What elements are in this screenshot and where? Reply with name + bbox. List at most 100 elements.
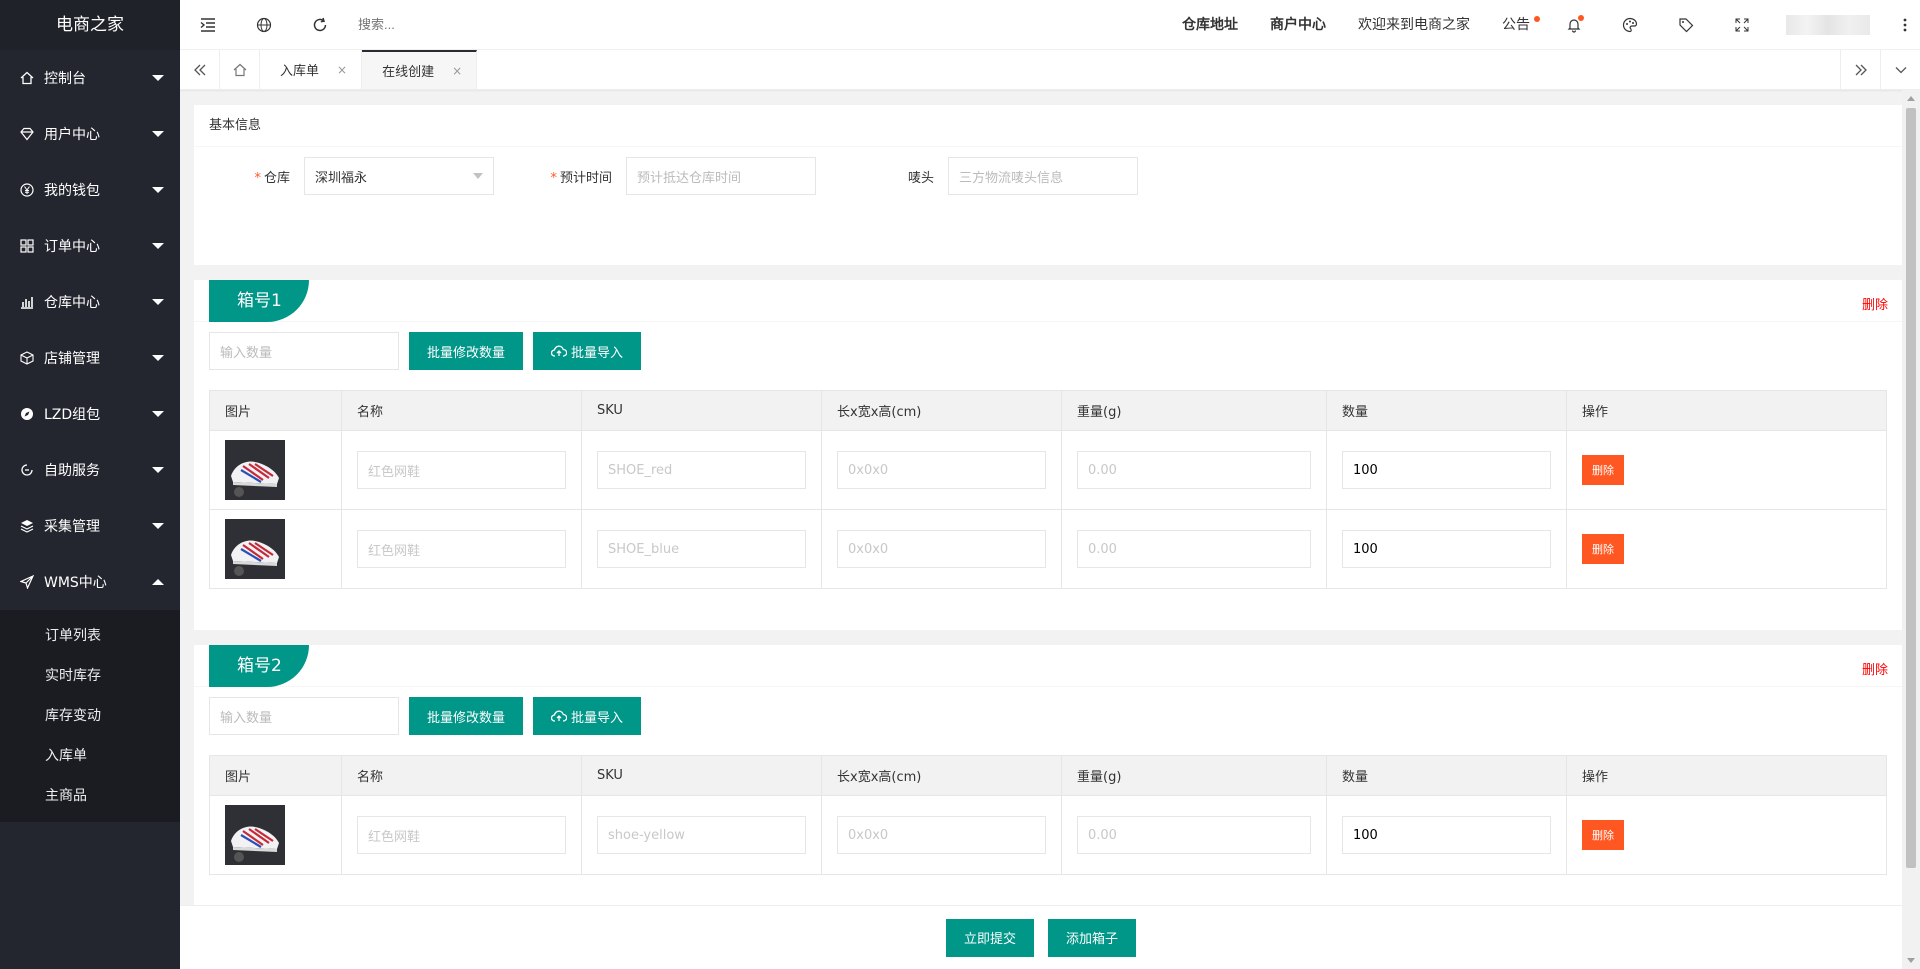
globe-icon[interactable]	[236, 0, 292, 50]
fullscreen-button[interactable]	[1714, 0, 1770, 50]
close-icon[interactable]: ×	[337, 63, 347, 77]
table-row: 红色网鞋 SHOE_blue 0x0x0 0.00 100 删除	[209, 509, 1887, 589]
close-icon[interactable]: ×	[452, 64, 462, 78]
column-header: 重量(g)	[1061, 390, 1327, 431]
table-row: 红色网鞋 shoe-yellow 0x0x0 0.00 100 删除	[209, 795, 1887, 875]
tab-online-create[interactable]: 在线创建 ×	[362, 50, 478, 89]
sku-input[interactable]: SHOE_blue	[597, 530, 806, 568]
quantity-input[interactable]: 100	[1342, 816, 1551, 854]
column-header: 操作	[1566, 755, 1887, 796]
batch-import-button[interactable]: 批量导入	[533, 697, 642, 735]
double-chevron-left-icon	[193, 64, 205, 75]
add-box-button[interactable]: 添加箱子	[1048, 918, 1137, 957]
box-items-table: 图片 名称 SKU 长x宽x高(cm) 重量(g) 数量 操作 红色网鞋 SHO…	[209, 390, 1887, 589]
more-menu-button[interactable]	[1890, 0, 1920, 50]
sidebar-item-self-service[interactable]: 自助服务	[0, 442, 180, 498]
sidebar-item-user-center[interactable]: 用户中心	[0, 106, 180, 162]
sidebar-item-label: WMS中心	[44, 575, 107, 591]
tab-label: 入库单	[280, 64, 320, 79]
sidebar-item-lzd-package[interactable]: LZD组包	[0, 386, 180, 442]
fullscreen-icon	[1735, 18, 1749, 31]
tab-inbound[interactable]: 入库单 ×	[260, 50, 363, 89]
weight-input[interactable]: 0.00	[1077, 451, 1311, 489]
basic-info-form: * 仓库 深圳福永 * 预计时间 预计抵达仓库时间 唛头 三方物流唛头信息	[194, 157, 1902, 195]
sku-input[interactable]: SHOE_red	[597, 451, 806, 489]
subnav-item-order-list[interactable]: 订单列表	[0, 616, 180, 656]
tabs-menu-button[interactable]	[1880, 50, 1920, 89]
refresh-icon[interactable]	[292, 0, 348, 50]
quantity-input[interactable]: 100	[1342, 530, 1551, 568]
home-tab[interactable]	[220, 50, 260, 89]
subnav-item-inbound[interactable]: 入库单	[0, 736, 180, 776]
menu-fold-icon[interactable]	[180, 0, 236, 50]
search-input[interactable]	[358, 9, 558, 40]
tabs-scroll-left-button[interactable]	[180, 50, 220, 89]
tag-button[interactable]	[1658, 0, 1714, 50]
sku-input[interactable]: shoe-yellow	[597, 816, 806, 854]
warehouse-address-link[interactable]: 仓库地址	[1166, 0, 1254, 50]
image-cell	[209, 430, 342, 510]
product-name-input[interactable]: 红色网鞋	[357, 451, 566, 489]
submit-button[interactable]: 立即提交	[945, 918, 1034, 957]
product-name-input[interactable]: 红色网鞋	[357, 530, 566, 568]
yen-icon	[20, 183, 34, 197]
theme-button[interactable]	[1602, 0, 1658, 50]
dimension-input[interactable]: 0x0x0	[837, 530, 1046, 568]
batch-import-button[interactable]: 批量导入	[533, 332, 642, 370]
tabs-scroll-right-button[interactable]	[1840, 50, 1880, 89]
column-header: 长x宽x高(cm)	[821, 390, 1062, 431]
warehouse-select-value: 深圳福永	[315, 170, 368, 186]
notification-button[interactable]	[1546, 0, 1602, 50]
batch-edit-quantity-button[interactable]: 批量修改数量	[409, 332, 524, 370]
subnav-item-main-product[interactable]: 主商品	[0, 776, 180, 816]
product-name-input[interactable]: 红色网鞋	[357, 816, 566, 854]
double-chevron-right-icon	[1855, 64, 1867, 75]
subnav-item-realtime-stock[interactable]: 实时库存	[0, 656, 180, 696]
chevron-down-icon	[152, 467, 164, 473]
batch-edit-quantity-button[interactable]: 批量修改数量	[409, 697, 524, 735]
sidebar-item-wallet[interactable]: 我的钱包	[0, 162, 180, 218]
merchant-center-link[interactable]: 商户中心	[1254, 0, 1342, 50]
sidebar-item-label: 仓库中心	[44, 295, 100, 311]
user-avatar[interactable]	[1786, 14, 1870, 35]
scroll-down-arrow-icon[interactable]	[1907, 958, 1915, 963]
warehouse-select[interactable]: 深圳福永	[304, 157, 494, 195]
page-scrollbar[interactable]	[1902, 90, 1920, 969]
scroll-up-arrow-icon[interactable]	[1907, 96, 1915, 101]
delete-row-button[interactable]: 删除	[1582, 455, 1624, 485]
box-card-2: 箱号2 删除 输入数量 批量修改数量 批量导入 图片 名称 SKU 长x宽x高(…	[194, 645, 1902, 915]
app-logo[interactable]: 电商之家	[0, 0, 180, 50]
product-image[interactable]	[225, 519, 285, 579]
dimension-input[interactable]: 0x0x0	[837, 451, 1046, 489]
chart-icon	[20, 295, 34, 309]
weight-input[interactable]: 0.00	[1077, 530, 1311, 568]
delete-row-button[interactable]: 删除	[1582, 534, 1624, 564]
batch-quantity-input[interactable]: 输入数量	[209, 697, 399, 735]
sidebar-item-collection[interactable]: 采集管理	[0, 498, 180, 554]
sku-cell: SHOE_blue	[581, 509, 822, 589]
cube-icon	[20, 351, 34, 365]
subnav-item-stock-change[interactable]: 库存变动	[0, 696, 180, 736]
sidebar-item-dashboard[interactable]: 控制台	[0, 50, 180, 106]
sidebar-item-order-center[interactable]: 订单中心	[0, 218, 180, 274]
product-image[interactable]	[225, 805, 285, 865]
delete-box-link[interactable]: 删除	[1862, 294, 1888, 313]
page-tabs: 入库单 × 在线创建 ×	[180, 50, 1920, 90]
sidebar-item-warehouse-center[interactable]: 仓库中心	[0, 274, 180, 330]
delete-row-button[interactable]: 删除	[1582, 820, 1624, 850]
scrollbar-thumb[interactable]	[1906, 108, 1916, 868]
header-right: 仓库地址 商户中心 欢迎来到电商之家 公告	[1166, 0, 1920, 50]
shipping-mark-input[interactable]: 三方物流唛头信息	[948, 157, 1138, 195]
dimension-input[interactable]: 0x0x0	[837, 816, 1046, 854]
weight-input[interactable]: 0.00	[1077, 816, 1311, 854]
quantity-input[interactable]: 100	[1342, 451, 1551, 489]
sidebar-item-wms-center[interactable]: WMS中心	[0, 554, 180, 610]
sidebar-item-shop-management[interactable]: 店铺管理	[0, 330, 180, 386]
weight-cell: 0.00	[1061, 795, 1327, 875]
delete-box-link[interactable]: 删除	[1862, 659, 1888, 678]
announcement-link[interactable]: 公告	[1486, 0, 1546, 50]
arrival-time-input[interactable]: 预计抵达仓库时间	[626, 157, 816, 195]
batch-quantity-input[interactable]: 输入数量	[209, 332, 399, 370]
product-image[interactable]	[225, 440, 285, 500]
action-cell: 删除	[1566, 509, 1887, 589]
